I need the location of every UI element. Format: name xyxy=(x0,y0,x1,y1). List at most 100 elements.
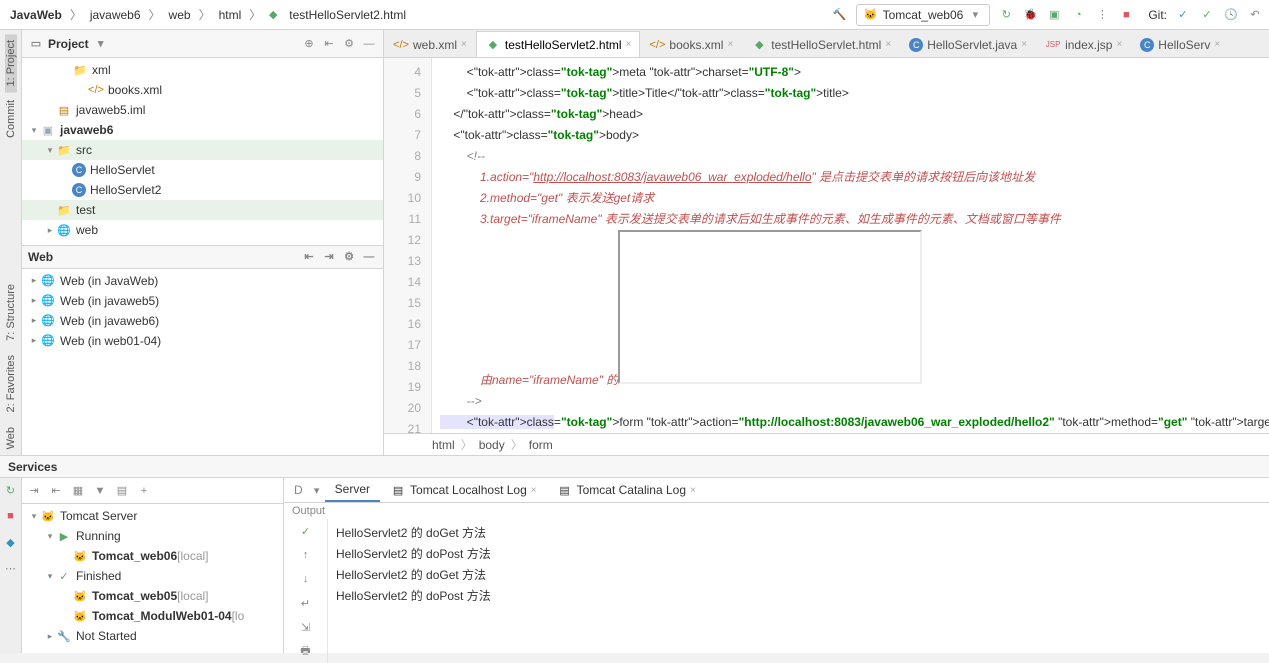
code-line[interactable]: 2.method="get" 表示发送get请求 xyxy=(440,188,1269,209)
code-line[interactable]: 由name="iframeName" 的标签处理</span> xyxy=(440,230,1269,391)
code-line[interactable]: <"tok-attr">class="tok-tag">title>Title<… xyxy=(440,83,1269,104)
editor-tab[interactable]: </>books.xml× xyxy=(640,31,742,57)
debug-icon[interactable]: 🐞 xyxy=(1022,7,1038,23)
tree-row[interactable]: ▾🐱Tomcat Server xyxy=(22,506,283,526)
editor-tab[interactable]: ◆testHelloServlet.html× xyxy=(742,31,900,57)
tree-row[interactable]: ▾▶Running xyxy=(22,526,283,546)
collapse-icon[interactable]: ⇤ xyxy=(321,36,337,52)
close-icon[interactable]: × xyxy=(1021,39,1027,50)
close-icon[interactable]: × xyxy=(1214,39,1220,50)
chevron-down-icon[interactable]: ▾ xyxy=(309,482,325,498)
services-tab[interactable]: ▤Tomcat Localhost Log× xyxy=(380,478,547,502)
editor-tab[interactable]: </>web.xml× xyxy=(384,31,476,57)
group-icon[interactable]: ▦ xyxy=(70,483,86,499)
tree-row[interactable]: </>books.xml xyxy=(22,80,383,100)
editor-breadcrumb-item[interactable]: form xyxy=(529,438,553,452)
tool-commit[interactable]: Commit xyxy=(5,94,17,144)
close-icon[interactable]: × xyxy=(531,485,537,496)
editor-tab[interactable]: JSPindex.jsp× xyxy=(1036,31,1131,57)
breadcrumb-item[interactable]: JavaWeb xyxy=(6,6,66,24)
tool-favorites[interactable]: 2: Favorites xyxy=(5,349,17,418)
tool-structure[interactable]: 7: Structure xyxy=(5,278,17,347)
gear-icon[interactable]: ⚙ xyxy=(341,249,357,265)
tree-row[interactable]: ▾📁src xyxy=(22,140,383,160)
code-editor[interactable]: 456789101112131415161718192021 <"tok-att… xyxy=(384,58,1269,433)
tree-row[interactable]: ▸🌐Web (in javaweb5) xyxy=(22,291,383,311)
tree-row[interactable]: 🐱Tomcat_ModulWeb01-04 [lo xyxy=(22,606,283,626)
breadcrumb-item[interactable]: javaweb6 xyxy=(86,6,145,24)
git-history-icon[interactable]: 🕓 xyxy=(1223,7,1239,23)
gear-icon[interactable]: ⚙ xyxy=(341,36,357,52)
tree-arrow-icon[interactable]: ▸ xyxy=(28,335,40,346)
tag-icon[interactable]: ▤ xyxy=(114,483,130,499)
hide-icon[interactable]: — xyxy=(361,249,377,265)
filter-icon[interactable]: ▼ xyxy=(92,483,108,499)
services-tab[interactable]: ▤Tomcat Catalina Log× xyxy=(547,478,706,502)
tree-row[interactable]: ▸🌐Web (in JavaWeb) xyxy=(22,271,383,291)
git-update-icon[interactable]: ✓ xyxy=(1175,7,1191,23)
tree-row[interactable]: 📁test xyxy=(22,200,383,220)
deploy-icon[interactable]: ◆ xyxy=(3,534,19,550)
expand-all-icon[interactable]: ⇥ xyxy=(26,483,42,499)
code-line[interactable]: --> xyxy=(440,391,1269,412)
run-coverage-icon[interactable]: ▣ xyxy=(1046,7,1062,23)
code-line[interactable]: <"tok-attr">class="tok-tag">meta "tok-at… xyxy=(440,62,1269,83)
add-icon[interactable]: + xyxy=(136,483,152,499)
close-icon[interactable]: × xyxy=(461,39,467,50)
down-icon[interactable]: ↓ xyxy=(298,571,314,587)
collapse-icon[interactable]: ⇤ xyxy=(301,249,317,265)
expand-icon[interactable]: ⇥ xyxy=(321,249,337,265)
tree-row[interactable]: ▾✓Finished xyxy=(22,566,283,586)
close-icon[interactable]: × xyxy=(690,485,696,496)
hide-icon[interactable]: — xyxy=(361,36,377,52)
tree-arrow-icon[interactable]: ▾ xyxy=(44,145,56,156)
tree-arrow-icon[interactable]: ▸ xyxy=(44,225,56,236)
stop-icon[interactable]: ■ xyxy=(1118,7,1134,23)
tree-row[interactable]: CHelloServlet2 xyxy=(22,180,383,200)
up-icon[interactable]: ↑ xyxy=(298,547,314,563)
more-icon[interactable]: ⋯ xyxy=(3,560,19,576)
tree-row[interactable]: 📁xml xyxy=(22,60,383,80)
close-icon[interactable]: × xyxy=(626,39,632,50)
code-line[interactable]: </"tok-attr">class="tok-tag">head> xyxy=(440,104,1269,125)
run-config-selector[interactable]: 🐱 Tomcat_web06 ▾ xyxy=(856,4,991,26)
tree-row[interactable]: 🐱Tomcat_web06 [local] xyxy=(22,546,283,566)
editor-breadcrumb-item[interactable]: html xyxy=(432,438,455,452)
services-tree[interactable]: ▾🐱Tomcat Server▾▶Running🐱Tomcat_web06 [l… xyxy=(22,504,283,653)
attach-icon[interactable]: ⋮ xyxy=(1094,7,1110,23)
tree-row[interactable]: CHelloServlet xyxy=(22,160,383,180)
tree-row[interactable]: ▸🌐web xyxy=(22,220,383,240)
editor-breadcrumb-item[interactable]: body xyxy=(479,438,505,452)
tree-row[interactable]: ▾▣javaweb6 xyxy=(22,120,383,140)
code-area[interactable]: <"tok-attr">class="tok-tag">meta "tok-at… xyxy=(432,58,1269,433)
services-tab[interactable]: Server xyxy=(325,478,380,502)
breadcrumb-item[interactable]: web xyxy=(165,6,195,24)
build-icon[interactable]: 🔨 xyxy=(832,7,848,23)
close-icon[interactable]: × xyxy=(885,39,891,50)
target-icon[interactable]: ⊕ xyxy=(301,36,317,52)
profile-icon[interactable]: ◔ xyxy=(1070,7,1086,23)
close-icon[interactable]: × xyxy=(727,39,733,50)
project-tree[interactable]: 📁xml</>books.xml▤javaweb5.iml▾▣javaweb6▾… xyxy=(22,58,383,245)
rerun-icon[interactable]: ↻ xyxy=(998,7,1014,23)
tree-row[interactable]: ▸🌐Web (in javaweb6) xyxy=(22,311,383,331)
print-icon[interactable]: 🖶 xyxy=(298,643,314,659)
code-line[interactable]: <"tok-attr">class="tok-tag">form "tok-at… xyxy=(440,412,1269,433)
scroll-icon[interactable]: ⇲ xyxy=(298,619,314,635)
tree-row[interactable]: ▤javaweb5.iml xyxy=(22,100,383,120)
deploy-toggle[interactable]: D xyxy=(288,479,309,501)
breadcrumb-item[interactable]: testHelloServlet2.html xyxy=(285,6,410,24)
editor-tab[interactable]: CHelloServ× xyxy=(1131,31,1229,57)
wrap-icon[interactable]: ↵ xyxy=(298,595,314,611)
rerun-icon[interactable]: ↻ xyxy=(3,482,19,498)
breadcrumb-item[interactable]: html xyxy=(215,6,246,24)
code-line[interactable]: <"tok-attr">class="tok-tag">body> xyxy=(440,125,1269,146)
stop-icon[interactable]: ■ xyxy=(3,508,19,524)
code-line[interactable]: 1.action="http://localhost:8083/javaweb0… xyxy=(440,167,1269,188)
tool-project[interactable]: 1: Project xyxy=(5,34,17,92)
tree-arrow-icon[interactable]: ▸ xyxy=(44,631,56,642)
code-line[interactable]: <!-- xyxy=(440,146,1269,167)
editor-tab[interactable]: CHelloServlet.java× xyxy=(900,31,1036,57)
tree-row[interactable]: ▸🔧Not Started xyxy=(22,626,283,646)
tree-arrow-icon[interactable]: ▾ xyxy=(28,511,40,522)
